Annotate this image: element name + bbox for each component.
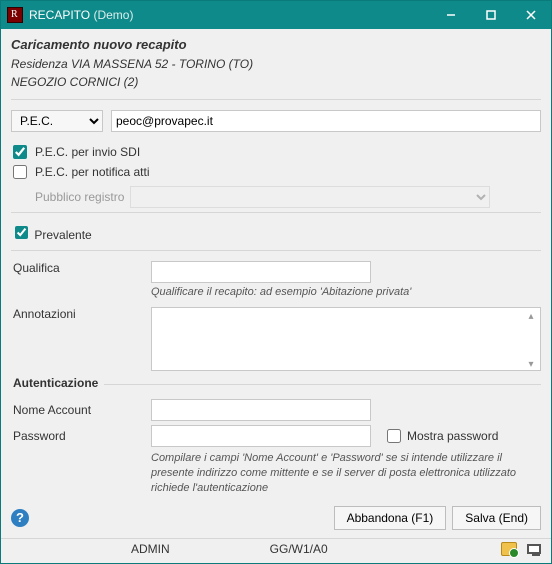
header-shop: NEGOZIO CORNICI (2) bbox=[11, 73, 541, 91]
window-title-main: RECAPITO bbox=[29, 8, 90, 22]
status-icons bbox=[501, 542, 541, 556]
footer-row: ? Abbandona (F1) Salva (End) bbox=[11, 506, 541, 534]
registro-select bbox=[130, 186, 490, 208]
maximize-button[interactable] bbox=[471, 1, 511, 29]
prevalente-checkbox[interactable] bbox=[15, 226, 28, 239]
password-row: Password Mostra password bbox=[11, 425, 541, 447]
status-code: GG/W1/A0 bbox=[270, 542, 328, 556]
qualifica-row: Qualifica Qualificare il recapito: ad es… bbox=[11, 261, 541, 300]
show-password-label: Mostra password bbox=[407, 429, 498, 443]
close-button[interactable] bbox=[511, 1, 551, 29]
pec-atti-checkbox[interactable] bbox=[13, 165, 27, 179]
pec-sdi-row: P.E.C. per invio SDI bbox=[11, 142, 541, 162]
folder-icon[interactable] bbox=[501, 542, 517, 556]
annotazioni-textarea[interactable] bbox=[151, 307, 541, 371]
statusbar: ADMIN GG/W1/A0 bbox=[1, 538, 551, 560]
header-block: Caricamento nuovo recapito Residenza VIA… bbox=[11, 35, 541, 91]
pec-checkboxes: P.E.C. per invio SDI P.E.C. per notifica… bbox=[11, 142, 541, 208]
account-input[interactable] bbox=[151, 399, 371, 421]
account-label: Nome Account bbox=[11, 403, 151, 417]
separator bbox=[11, 99, 541, 100]
scroll-down-icon[interactable]: ▾ bbox=[525, 359, 537, 370]
titlebar: RECAPITO (Demo) bbox=[1, 1, 551, 29]
annotazioni-label: Annotazioni bbox=[11, 307, 151, 321]
header-title: Caricamento nuovo recapito bbox=[11, 35, 541, 55]
app-icon bbox=[7, 7, 23, 23]
pec-sdi-checkbox[interactable] bbox=[13, 145, 27, 159]
auth-hint: Compilare i campi 'Nome Account' e 'Pass… bbox=[151, 451, 541, 496]
password-label: Password bbox=[11, 429, 151, 443]
prevalente-label: Prevalente bbox=[34, 228, 91, 242]
qualifica-input[interactable] bbox=[151, 261, 371, 283]
minimize-button[interactable] bbox=[431, 1, 471, 29]
scroll-up-icon[interactable]: ▴ bbox=[525, 311, 537, 322]
password-input[interactable] bbox=[151, 425, 371, 447]
abandon-button[interactable]: Abbandona (F1) bbox=[334, 506, 447, 530]
save-button[interactable]: Salva (End) bbox=[452, 506, 541, 530]
registro-row: Pubblico registro bbox=[35, 186, 541, 208]
auth-fieldset: Autenticazione Nome Account Password Mos… bbox=[11, 384, 541, 496]
separator-3 bbox=[11, 250, 541, 251]
show-password-checkbox[interactable] bbox=[387, 429, 401, 443]
qualifica-hint: Qualificare il recapito: ad esempio 'Abi… bbox=[151, 285, 541, 300]
type-row: P.E.C. bbox=[11, 110, 541, 132]
recapito-address-input[interactable] bbox=[111, 110, 541, 132]
status-user: ADMIN bbox=[131, 542, 170, 556]
header-address: Residenza VIA MASSENA 52 - TORINO (TO) bbox=[11, 55, 541, 73]
registro-label: Pubblico registro bbox=[35, 190, 124, 204]
pec-atti-row: P.E.C. per notifica atti bbox=[11, 162, 541, 182]
annotazioni-row: Annotazioni ▴ ▾ bbox=[11, 307, 541, 374]
screen-icon[interactable] bbox=[527, 544, 541, 554]
account-row: Nome Account bbox=[11, 399, 541, 421]
qualifica-label: Qualifica bbox=[11, 261, 151, 275]
separator-2 bbox=[11, 212, 541, 213]
window: RECAPITO (Demo) Caricamento nuovo recapi… bbox=[0, 0, 552, 564]
show-password-wrap: Mostra password bbox=[387, 429, 498, 443]
recapito-type-select[interactable]: P.E.C. bbox=[11, 110, 103, 132]
window-title-demo: (Demo) bbox=[93, 8, 133, 22]
help-icon[interactable]: ? bbox=[11, 509, 29, 527]
pec-sdi-label: P.E.C. per invio SDI bbox=[35, 145, 140, 159]
window-title: RECAPITO (Demo) bbox=[29, 8, 133, 22]
prevalente-row: Prevalente bbox=[11, 223, 541, 242]
content: Caricamento nuovo recapito Residenza VIA… bbox=[1, 29, 551, 534]
pec-atti-label: P.E.C. per notifica atti bbox=[35, 165, 150, 179]
auth-legend: Autenticazione bbox=[11, 376, 104, 390]
